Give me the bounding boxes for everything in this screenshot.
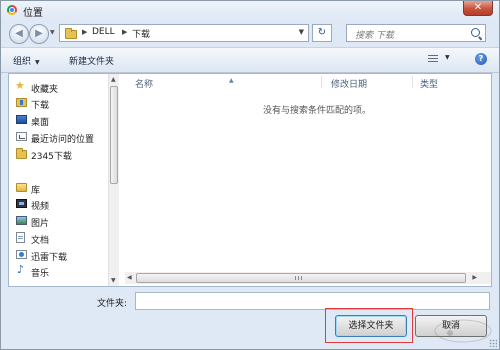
nav-item-label: 视频 xyxy=(31,202,50,212)
organize-label: 组织 xyxy=(13,57,32,67)
column-type-label: 类型 xyxy=(420,80,439,90)
forward-arrow-icon: ▶ xyxy=(35,28,43,39)
view-options-icon[interactable] xyxy=(428,55,438,63)
breadcrumb-separator-icon[interactable]: ▶ xyxy=(122,28,127,36)
scroll-grip-icon xyxy=(295,276,303,280)
column-header-name[interactable]: ▲ 名称 xyxy=(125,74,315,90)
horizontal-scrollbar[interactable]: ◀ ▶ xyxy=(125,272,491,284)
nav-item-label: 文档 xyxy=(31,236,50,246)
libraries-label: 库 xyxy=(31,186,41,196)
command-bar: 组织 ▼ 新建文件夹 ▼ ? xyxy=(1,47,499,73)
nav-item-label: 2345下载 xyxy=(31,152,72,162)
nav-item-label: 迅雷下载 xyxy=(31,253,68,263)
file-list[interactable]: ▲ 名称 修改日期 类型 没有与搜索条件匹配的项。 ◀ ▶ xyxy=(125,74,491,286)
breadcrumb-separator-icon[interactable]: ▶ xyxy=(82,28,87,36)
back-button[interactable]: ◀ xyxy=(9,24,29,44)
organize-menu[interactable]: 组织 ▼ xyxy=(13,54,40,67)
nav-item-label: 音乐 xyxy=(31,269,50,279)
column-header-date[interactable]: 修改日期 xyxy=(323,74,411,90)
folder-picker-window: 位置 ✕ ◀ ▶ ▼ ▶ DELL ▶ 下载 ▼ ↻ 搜索 下载 组织 ▼ 新建文… xyxy=(0,0,500,350)
nav-item-label: 图片 xyxy=(31,219,50,229)
refresh-button[interactable]: ↻ xyxy=(312,24,332,42)
search-box[interactable]: 搜索 下载 xyxy=(346,24,486,42)
navigation-pane: ★ 收藏夹 下载 桌面 最近访问的位置 2345下载 库 视频 图片 文档 迅雷… xyxy=(9,74,119,286)
breadcrumb-downloads[interactable]: 下载 xyxy=(132,27,150,40)
title-bar[interactable]: 位置 ✕ xyxy=(1,1,499,20)
nav-item-documents[interactable]: 文档 xyxy=(15,230,115,246)
nav-item-label: 下载 xyxy=(31,101,50,111)
scroll-right-icon[interactable]: ▶ xyxy=(472,274,477,281)
download-folder-icon xyxy=(16,98,27,107)
favorites-label: 收藏夹 xyxy=(31,85,59,95)
libraries-header[interactable]: 库 xyxy=(15,180,115,196)
nav-item-recent-places[interactable]: 最近访问的位置 xyxy=(15,129,115,145)
column-date-label: 修改日期 xyxy=(331,80,368,90)
search-icon[interactable] xyxy=(471,28,480,37)
desktop-icon xyxy=(16,115,27,124)
address-row: ◀ ▶ ▼ ▶ DELL ▶ 下载 ▼ ↻ 搜索 下载 xyxy=(1,20,499,45)
nav-item-music[interactable]: ♪ 音乐 xyxy=(15,263,115,279)
refresh-icon: ↻ xyxy=(317,27,327,38)
chevron-down-icon: ▼ xyxy=(35,59,40,66)
folder-name-input[interactable] xyxy=(135,292,490,310)
search-placeholder: 搜索 下载 xyxy=(355,31,394,41)
back-arrow-icon: ◀ xyxy=(15,28,23,39)
scroll-left-icon[interactable]: ◀ xyxy=(127,274,132,281)
address-dropdown-icon[interactable]: ▼ xyxy=(299,28,304,36)
breadcrumb-dell[interactable]: DELL xyxy=(92,27,115,37)
nav-pane-scrollbar[interactable]: ▲ ▼ xyxy=(108,74,119,286)
video-icon xyxy=(16,199,27,208)
pictures-icon xyxy=(16,216,27,225)
close-button[interactable]: ✕ xyxy=(463,1,493,16)
help-icon[interactable]: ? xyxy=(475,53,487,65)
address-bar[interactable]: ▶ DELL ▶ 下载 ▼ xyxy=(59,24,309,42)
favorites-header[interactable]: ★ 收藏夹 xyxy=(15,79,115,95)
watermark-logo xyxy=(433,318,493,344)
browser-body: ★ 收藏夹 下载 桌面 最近访问的位置 2345下载 库 视频 图片 文档 迅雷… xyxy=(8,73,492,287)
resize-grip-icon[interactable] xyxy=(489,339,497,347)
column-divider[interactable] xyxy=(321,76,322,88)
folder-icon xyxy=(65,28,77,39)
nav-item-2345-downloads[interactable]: 2345下载 xyxy=(15,146,115,162)
window-title: 位置 xyxy=(23,8,43,19)
library-icon xyxy=(16,183,27,192)
chrome-app-icon xyxy=(7,5,17,15)
sort-indicator-icon: ▲ xyxy=(229,77,234,84)
scrollbar-thumb[interactable] xyxy=(136,273,466,283)
scrollbar-thumb[interactable] xyxy=(110,86,118,184)
empty-folder-message: 没有与搜索条件匹配的项。 xyxy=(263,106,372,116)
star-icon: ★ xyxy=(15,79,25,92)
new-folder-button[interactable]: 新建文件夹 xyxy=(69,54,114,67)
nav-item-videos[interactable]: 视频 xyxy=(15,196,115,212)
folder-field-label: 文件夹: xyxy=(97,299,128,309)
column-name-label: 名称 xyxy=(135,80,154,90)
select-folder-button[interactable]: 选择文件夹 xyxy=(335,315,407,337)
column-divider[interactable] xyxy=(412,76,413,88)
documents-icon xyxy=(16,232,25,243)
view-dropdown-icon[interactable]: ▼ xyxy=(445,54,450,61)
forward-button[interactable]: ▶ xyxy=(29,24,49,44)
recent-places-icon xyxy=(16,132,27,141)
nav-item-downloads[interactable]: 下载 xyxy=(15,95,115,111)
nav-item-label: 最近访问的位置 xyxy=(31,135,95,145)
thunder-download-icon xyxy=(16,250,27,259)
scroll-up-icon[interactable]: ▲ xyxy=(111,76,116,83)
column-header-type[interactable]: 类型 xyxy=(414,74,490,90)
nav-item-pictures[interactable]: 图片 xyxy=(15,213,115,229)
folder-icon xyxy=(16,148,27,159)
nav-item-desktop[interactable]: 桌面 xyxy=(15,112,115,128)
music-icon: ♪ xyxy=(17,263,25,276)
history-dropdown-icon[interactable]: ▼ xyxy=(50,29,55,36)
nav-item-label: 桌面 xyxy=(31,118,50,128)
scroll-down-icon[interactable]: ▼ xyxy=(111,277,116,284)
nav-item-thunder-downloads[interactable]: 迅雷下载 xyxy=(15,247,115,263)
